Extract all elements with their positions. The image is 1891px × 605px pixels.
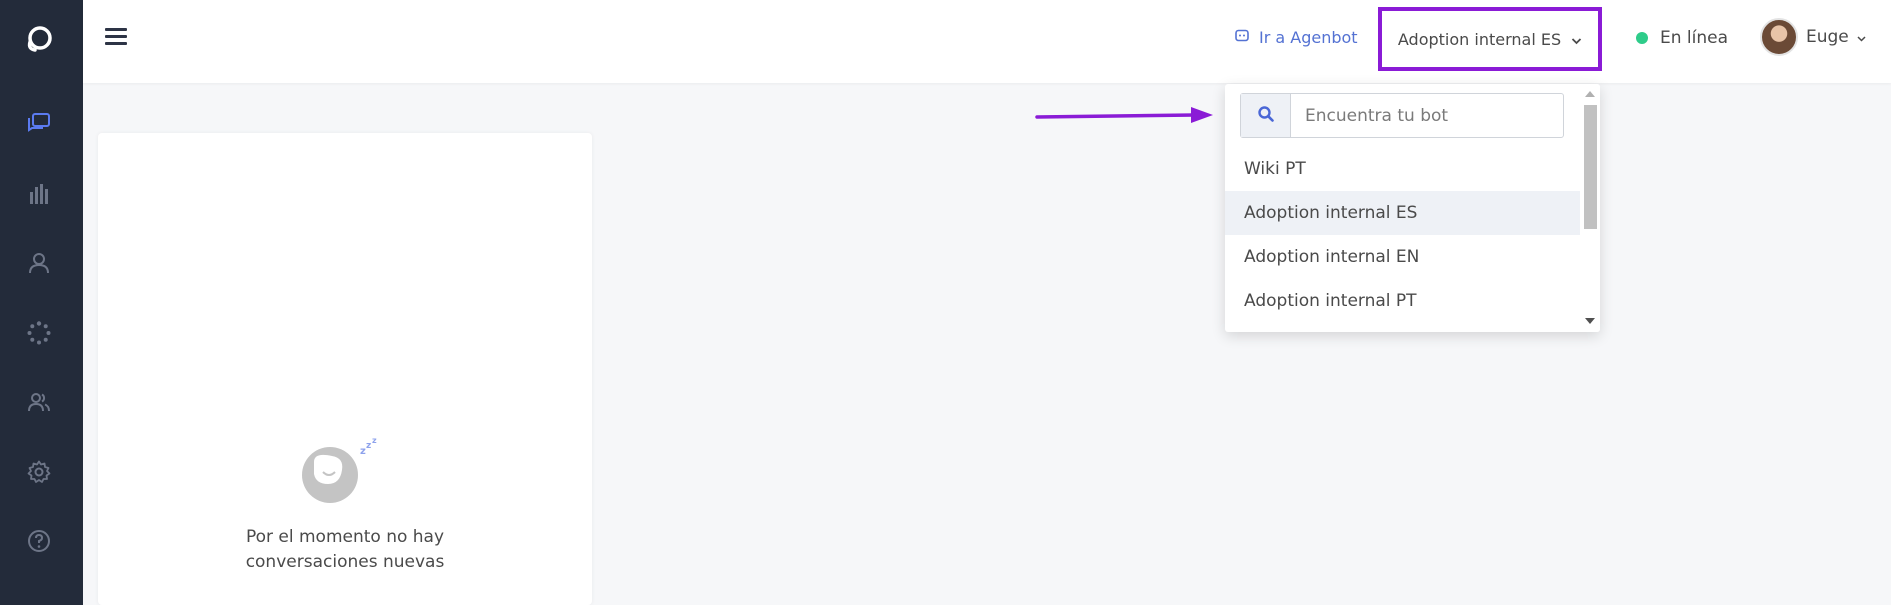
logo-icon[interactable]	[23, 23, 55, 55]
dropdown-scrollbar[interactable]	[1580, 84, 1600, 332]
sidebar-item-settings[interactable]	[25, 460, 53, 488]
bot-search-box	[1240, 93, 1564, 138]
sidebar-item-conversations[interactable]	[25, 112, 53, 140]
avatar	[1760, 18, 1798, 56]
bot-dropdown-menu: Wiki PT Adoption internal ES Adoption in…	[1225, 84, 1600, 332]
svg-text:z: z	[366, 441, 371, 451]
bot-search-input[interactable]	[1291, 94, 1563, 137]
scroll-up-arrow-icon[interactable]	[1585, 91, 1595, 97]
agenbot-link-label: Ir a Agenbot	[1259, 28, 1358, 47]
search-icon	[1257, 105, 1274, 126]
scroll-down-arrow-icon[interactable]	[1585, 318, 1595, 324]
chevron-down-icon	[1857, 27, 1866, 47]
dropdown-item[interactable]: Adoption internal PT	[1225, 279, 1580, 323]
annotation-arrow	[1035, 107, 1213, 123]
scrollbar-thumb[interactable]	[1584, 105, 1597, 229]
empty-state-message: Por el momento no hay conversaciones nue…	[98, 525, 592, 575]
sidebar-item-contacts[interactable]	[25, 251, 53, 279]
sidebar	[0, 0, 83, 605]
bot-selector-label: Adoption internal ES	[1397, 29, 1562, 49]
user-icon	[27, 251, 51, 279]
dropdown-item-selected[interactable]: Adoption internal ES	[1225, 191, 1580, 235]
agenbot-link[interactable]: Ir a Agenbot	[1235, 28, 1358, 47]
bot-icon	[1235, 28, 1249, 47]
sleeping-bubble-icon: zzz	[302, 436, 382, 503]
empty-state-line-1: Por el momento no hay	[245, 527, 445, 547]
chat-bubbles-icon	[26, 111, 52, 141]
users-icon	[27, 390, 51, 418]
sidebar-item-help[interactable]	[25, 529, 53, 557]
bot-selector-dropdown[interactable]: Adoption internal ES	[1378, 7, 1602, 71]
search-button[interactable]	[1241, 94, 1291, 137]
sidebar-item-analytics[interactable]	[25, 182, 53, 210]
loader-dots-icon	[27, 321, 51, 349]
bar-chart-icon	[28, 183, 50, 209]
chevron-down-icon	[1571, 30, 1582, 49]
status-dot-icon	[1636, 32, 1648, 44]
sidebar-item-team[interactable]	[25, 390, 53, 418]
svg-text:z: z	[372, 438, 377, 445]
conversations-panel: zzz Por el momento no hay conversaciones…	[98, 133, 592, 605]
user-menu[interactable]: Euge	[1760, 18, 1866, 56]
sidebar-item-integrations[interactable]	[25, 321, 53, 349]
hamburger-menu-icon[interactable]	[105, 28, 127, 50]
status-label: En línea	[1660, 28, 1729, 48]
dropdown-item[interactable]: Wiki PT	[1225, 147, 1580, 191]
question-circle-icon	[27, 529, 51, 557]
empty-state-line-2: conversaciones nuevas	[245, 552, 445, 572]
online-status[interactable]: En línea	[1636, 28, 1728, 48]
gear-icon	[27, 460, 51, 488]
dropdown-item[interactable]: Adoption internal EN	[1225, 235, 1580, 279]
user-name: Euge	[1806, 27, 1849, 47]
top-bar	[83, 0, 1891, 83]
